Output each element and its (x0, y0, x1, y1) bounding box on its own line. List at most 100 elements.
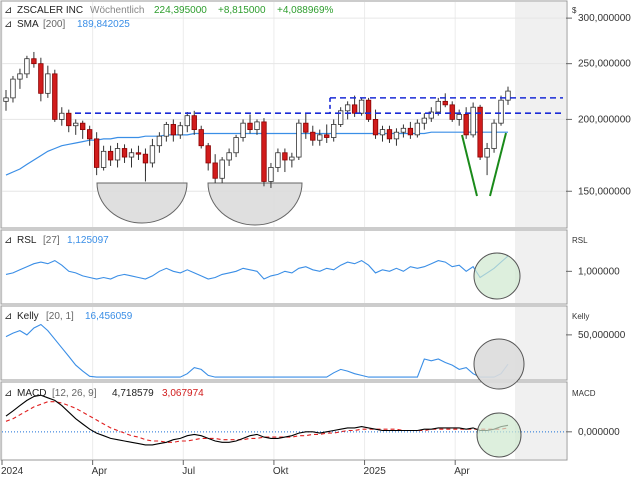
candle-body (470, 106, 476, 136)
rsl-highlight-circle (473, 252, 521, 300)
candle-body (386, 129, 393, 140)
candle-body (324, 134, 330, 138)
change-pct: +4,088969% (277, 5, 334, 16)
kelly-param: [20, 1] (46, 311, 74, 322)
sma-label: SMA (17, 19, 39, 30)
candle-body (463, 114, 469, 136)
currency-label: $ (572, 6, 577, 15)
candle-body (344, 104, 351, 112)
candle-body (247, 122, 253, 130)
candle-body (442, 100, 448, 106)
candle-body (170, 124, 176, 136)
symbol-label: ZSCALER INC (17, 5, 83, 16)
candle-body (121, 148, 128, 158)
candle-body (407, 127, 414, 136)
candle-body (80, 122, 86, 130)
candle-body (198, 129, 204, 147)
macd-panel-future-shade (515, 383, 566, 459)
macd-value-2: 3,067974 (162, 388, 204, 399)
price-value: 224,395000 (154, 5, 207, 16)
x-tick-label: Okt (273, 466, 289, 477)
x-tick-label: 2025 (364, 466, 387, 477)
macd-axis-title: MACD (572, 389, 596, 398)
kelly-axis-title: Kelly (572, 312, 589, 321)
rsl-value: 1,125097 (67, 235, 109, 246)
kelly-label: Kelly (17, 311, 39, 322)
rsl-tick-label: 1,000000 (578, 266, 620, 277)
x-axis-ticks: 2024 Apr Jul Okt 2025 Apr (1, 460, 470, 477)
interval-label: Wöchentlich (90, 5, 144, 16)
candle-body (351, 104, 358, 114)
rsl-legend-icon: ⊿ (4, 235, 12, 246)
candle-body (135, 152, 142, 155)
candle-body (45, 73, 51, 94)
candle-body (38, 63, 44, 94)
candle-body (303, 122, 309, 133)
x-tick-label: Apr (454, 466, 470, 477)
candle-body (59, 112, 65, 120)
candle-body (414, 122, 421, 136)
candle-body (282, 152, 288, 161)
candle-body (254, 121, 260, 130)
candle-body (296, 122, 302, 158)
kelly-highlight-circle (473, 338, 525, 390)
candle-body (310, 131, 316, 141)
candle-body (142, 153, 149, 164)
rsl-label: RSL (17, 235, 37, 246)
candle-body (163, 124, 170, 137)
candle-body (261, 121, 267, 182)
macd-param: [12, 26, 9] (52, 388, 97, 399)
candle-body (52, 73, 58, 120)
price-panel-future-shade (515, 2, 566, 227)
price-tick-label: 250,000000 (578, 59, 631, 70)
chart-svg: ⊿ ZSCALER INC Wöchentlich 224,395000 +8,… (0, 0, 631, 477)
kelly-tick-label: 50,000000 (578, 330, 626, 341)
macd-highlight-circle (476, 412, 522, 458)
candle-body (317, 134, 323, 141)
candle-body (177, 125, 183, 136)
candle-body (331, 124, 337, 138)
change-abs: +8,815000 (218, 5, 266, 16)
candle-body (372, 118, 379, 136)
candle-body (149, 145, 156, 164)
candle-body (3, 97, 9, 102)
candle-body (226, 152, 232, 161)
candle-body (114, 148, 121, 161)
rsl-param: [27] (43, 235, 60, 246)
candle-body (73, 122, 79, 127)
macd-legend-icon: ⊿ (4, 388, 12, 399)
candle-body (456, 114, 462, 120)
candle-body (87, 129, 93, 140)
candle-body (421, 117, 427, 124)
candle-body (268, 167, 274, 182)
price-tick-label: 300,000000 (578, 13, 631, 24)
candle-body (10, 78, 16, 99)
candle-body (107, 150, 114, 161)
candle-body (379, 129, 386, 136)
candle-body (128, 152, 135, 158)
price-tick-label: 200,000000 (578, 114, 631, 125)
candle-body (435, 100, 441, 113)
candle-body (491, 122, 497, 149)
macd-label: MACD (17, 388, 46, 399)
candle-body (498, 99, 504, 124)
candle-body (505, 90, 511, 101)
x-tick-label: 2024 (1, 466, 24, 477)
macd-value-1: 4,718579 (112, 388, 154, 399)
candle-body (275, 152, 281, 168)
candle-body (66, 112, 72, 127)
sma-value: 189,842025 (77, 19, 130, 30)
kelly-value: 16,456059 (85, 311, 133, 322)
candle-body (156, 135, 163, 147)
sma-param: [200] (43, 19, 65, 30)
candle-body (449, 104, 455, 120)
candle-body (365, 99, 372, 120)
candle-body (212, 162, 218, 179)
candle-body (205, 145, 211, 164)
candle-body (17, 73, 23, 80)
candle-body (191, 115, 197, 130)
candle-body (477, 106, 483, 158)
candle-body (93, 138, 100, 168)
candle-body (358, 99, 365, 114)
candle-body (219, 159, 225, 179)
